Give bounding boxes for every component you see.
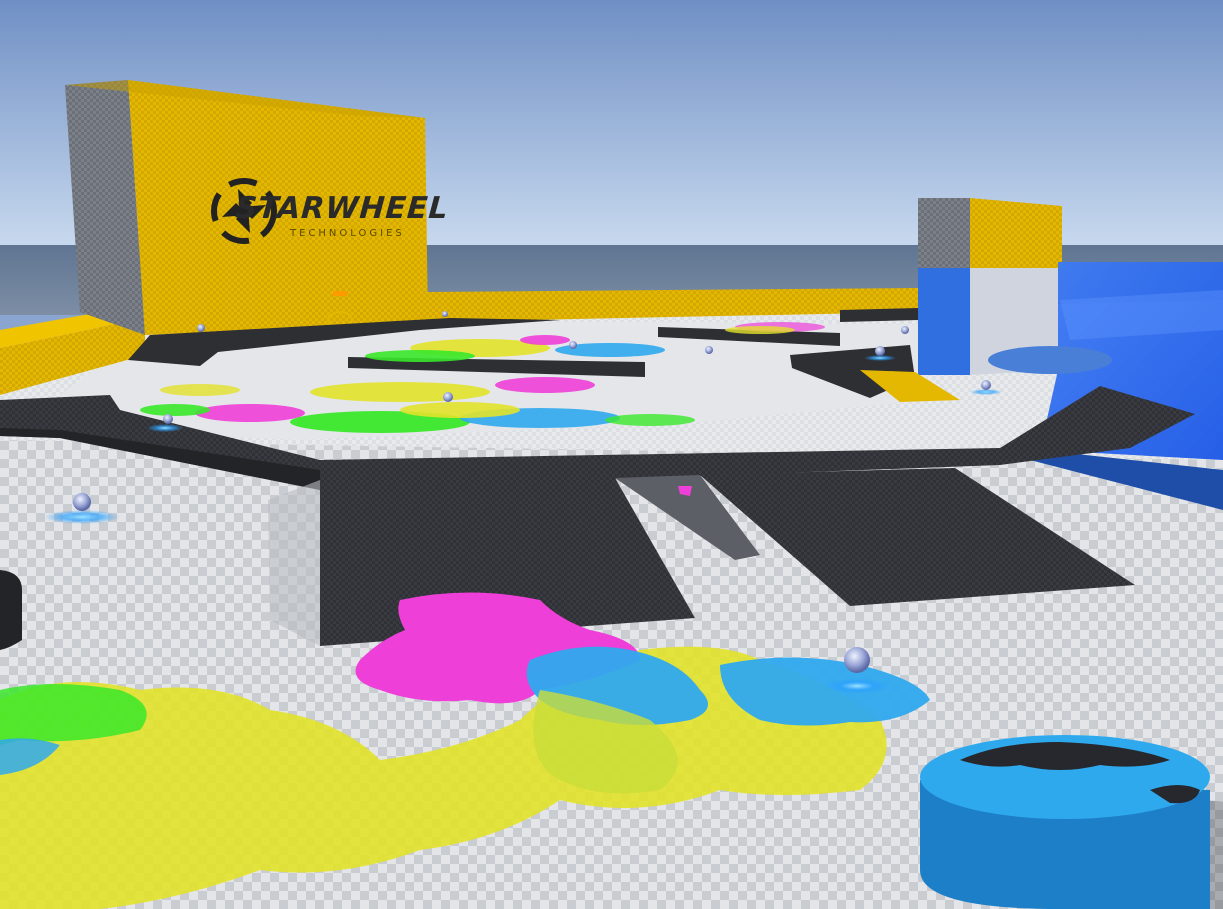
- billboard-tagline: TECHNOLOGIES: [289, 228, 405, 239]
- scene-svg: STARWHEEL TECHNOLOGIES: [0, 0, 1223, 909]
- right-tower-base-blue: [918, 268, 970, 375]
- right-tower-side: [918, 198, 970, 268]
- blue-cylinder: [920, 735, 1223, 909]
- billboard-brand: STARWHEEL: [234, 191, 450, 226]
- water-disc: [988, 346, 1112, 374]
- right-tower-front: [970, 198, 1062, 268]
- front-ramp-left-shade: [268, 480, 320, 646]
- back-bar-far-right: [840, 308, 918, 322]
- game-viewport[interactable]: STARWHEEL TECHNOLOGIES: [0, 0, 1223, 909]
- left-cylinder: [0, 570, 22, 650]
- orange-marker: [333, 291, 347, 296]
- orb-pickup-center[interactable]: [443, 392, 453, 402]
